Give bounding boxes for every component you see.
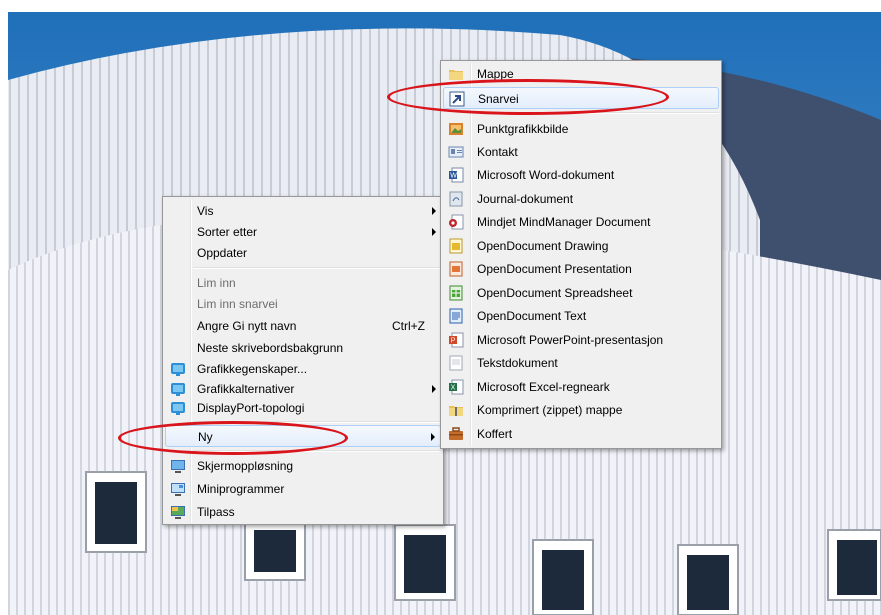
menu-item-label: Vis <box>197 204 214 218</box>
submenu-item-journal[interactable]: Journal-dokument <box>443 188 719 210</box>
menu-item-refresh[interactable]: Oppdater <box>165 242 441 264</box>
menu-item-label: Sorter etter <box>197 225 258 239</box>
new-submenu: Mappe Snarvei Punktgrafikkbilde Kontakt … <box>440 60 722 449</box>
menu-item-shortcut: Ctrl+Z <box>392 319 425 333</box>
ods-icon <box>449 285 463 301</box>
menu-item-next-background[interactable]: Neste skrivebordsbakgrunn <box>165 337 441 359</box>
menu-item-label: Koffert <box>477 427 513 441</box>
submenu-item-briefcase[interactable]: Koffert <box>443 423 719 445</box>
excel-icon: X <box>449 379 464 395</box>
submenu-item-contact[interactable]: Kontakt <box>443 141 719 163</box>
menu-item-vis[interactable]: Vis <box>165 200 441 222</box>
menu-item-label: Grafikkalternativer <box>197 382 295 396</box>
odt-icon <box>449 308 463 324</box>
menu-item-label: Mindjet MindManager Document <box>477 215 651 229</box>
annotation-ellipse-new <box>118 421 348 455</box>
menu-item-label: Skjermoppløsning <box>197 459 294 473</box>
menu-item-label: OpenDocument Text <box>477 309 587 323</box>
folder-icon <box>449 70 463 80</box>
mindmanager-icon <box>449 214 464 230</box>
menu-item-label: Angre Gi nytt navn <box>197 319 297 333</box>
menu-item-label: Journal-dokument <box>477 192 574 206</box>
menu-item-undo-rename[interactable]: Angre Gi nytt navn Ctrl+Z <box>165 315 441 337</box>
submenu-item-od-spreadsheet[interactable]: OpenDocument Spreadsheet <box>443 282 719 304</box>
odp-icon <box>449 261 463 277</box>
svg-text:X: X <box>451 385 456 392</box>
bitmap-icon <box>449 123 463 135</box>
submenu-item-od-text[interactable]: OpenDocument Text <box>443 305 719 327</box>
powerpoint-icon: P <box>449 332 464 348</box>
submenu-item-text-document[interactable]: Tekstdokument <box>443 352 719 374</box>
menu-item-label: Lim inn <box>197 276 236 290</box>
menu-item-gadgets[interactable]: Miniprogrammer <box>165 478 441 500</box>
menu-item-label: Grafikkegenskaper... <box>197 362 308 376</box>
menu-item-label: Punktgrafikkbilde <box>477 122 569 136</box>
intel-graphics-icon <box>171 402 185 415</box>
submenu-item-excel[interactable]: X Microsoft Excel-regneark <box>443 376 719 398</box>
menu-item-label: Miniprogrammer <box>197 482 285 496</box>
menu-item-label: Kontakt <box>477 145 518 159</box>
menu-item-sort-by[interactable]: Sorter etter <box>165 221 441 243</box>
submenu-item-zip-folder[interactable]: Komprimert (zippet) mappe <box>443 399 719 421</box>
submenu-item-powerpoint[interactable]: P Microsoft PowerPoint-presentasjon <box>443 329 719 351</box>
menu-item-label: Microsoft Excel-regneark <box>477 380 610 394</box>
zip-folder-icon <box>449 406 463 416</box>
menu-item-label: Neste skrivebordsbakgrunn <box>197 341 344 355</box>
intel-graphics-icon <box>171 363 185 376</box>
menu-item-label: DisplayPort-topologi <box>197 401 305 415</box>
menu-item-paste[interactable]: Lim inn <box>165 272 441 294</box>
menu-item-label: OpenDocument Spreadsheet <box>477 286 633 300</box>
menu-item-personalize[interactable]: Tilpass <box>165 501 441 523</box>
menu-item-label: Lim inn snarvei <box>197 297 278 311</box>
text-document-icon <box>449 355 463 371</box>
svg-text:W: W <box>450 173 457 180</box>
gadgets-icon <box>171 483 185 496</box>
menu-item-label: Komprimert (zippet) mappe <box>477 403 623 417</box>
menu-item-label: OpenDocument Drawing <box>477 239 609 253</box>
submenu-item-word[interactable]: W Microsoft Word-dokument <box>443 164 719 186</box>
menu-item-label: Tekstdokument <box>477 356 558 370</box>
submenu-item-bitmap[interactable]: Punktgrafikkbilde <box>443 118 719 140</box>
menu-separator <box>193 267 441 269</box>
briefcase-icon <box>449 427 463 440</box>
submenu-item-od-presentation[interactable]: OpenDocument Presentation <box>443 258 719 280</box>
submenu-arrow-icon <box>431 433 435 441</box>
display-icon <box>171 460 185 473</box>
word-icon: W <box>449 167 464 183</box>
annotation-ellipse-shortcut <box>387 79 669 115</box>
submenu-arrow-icon <box>432 385 436 393</box>
contact-icon <box>448 146 464 158</box>
desktop-context-menu: Vis Sorter etter Oppdater Lim inn Lim in… <box>162 196 444 525</box>
submenu-arrow-icon <box>432 228 436 236</box>
intel-graphics-icon <box>171 383 185 396</box>
menu-item-label: Tilpass <box>197 505 235 519</box>
submenu-item-od-drawing[interactable]: OpenDocument Drawing <box>443 235 719 257</box>
submenu-arrow-icon <box>432 207 436 215</box>
menu-item-label: Microsoft PowerPoint-presentasjon <box>477 333 664 347</box>
journal-icon <box>449 191 463 207</box>
menu-item-label: Oppdater <box>197 246 248 260</box>
menu-item-graphics-properties[interactable]: Grafikkegenskaper... <box>165 358 441 380</box>
svg-text:P: P <box>451 338 456 345</box>
menu-item-paste-shortcut[interactable]: Lim inn snarvei <box>165 293 441 315</box>
odg-icon <box>449 238 463 254</box>
menu-item-label: OpenDocument Presentation <box>477 262 632 276</box>
personalize-icon <box>171 506 185 519</box>
menu-item-displayport-topology[interactable]: DisplayPort-topologi <box>165 397 441 419</box>
menu-item-screen-resolution[interactable]: Skjermoppløsning <box>165 455 441 477</box>
menu-item-label: Microsoft Word-dokument <box>477 168 615 182</box>
submenu-item-mindmanager[interactable]: Mindjet MindManager Document <box>443 211 719 233</box>
